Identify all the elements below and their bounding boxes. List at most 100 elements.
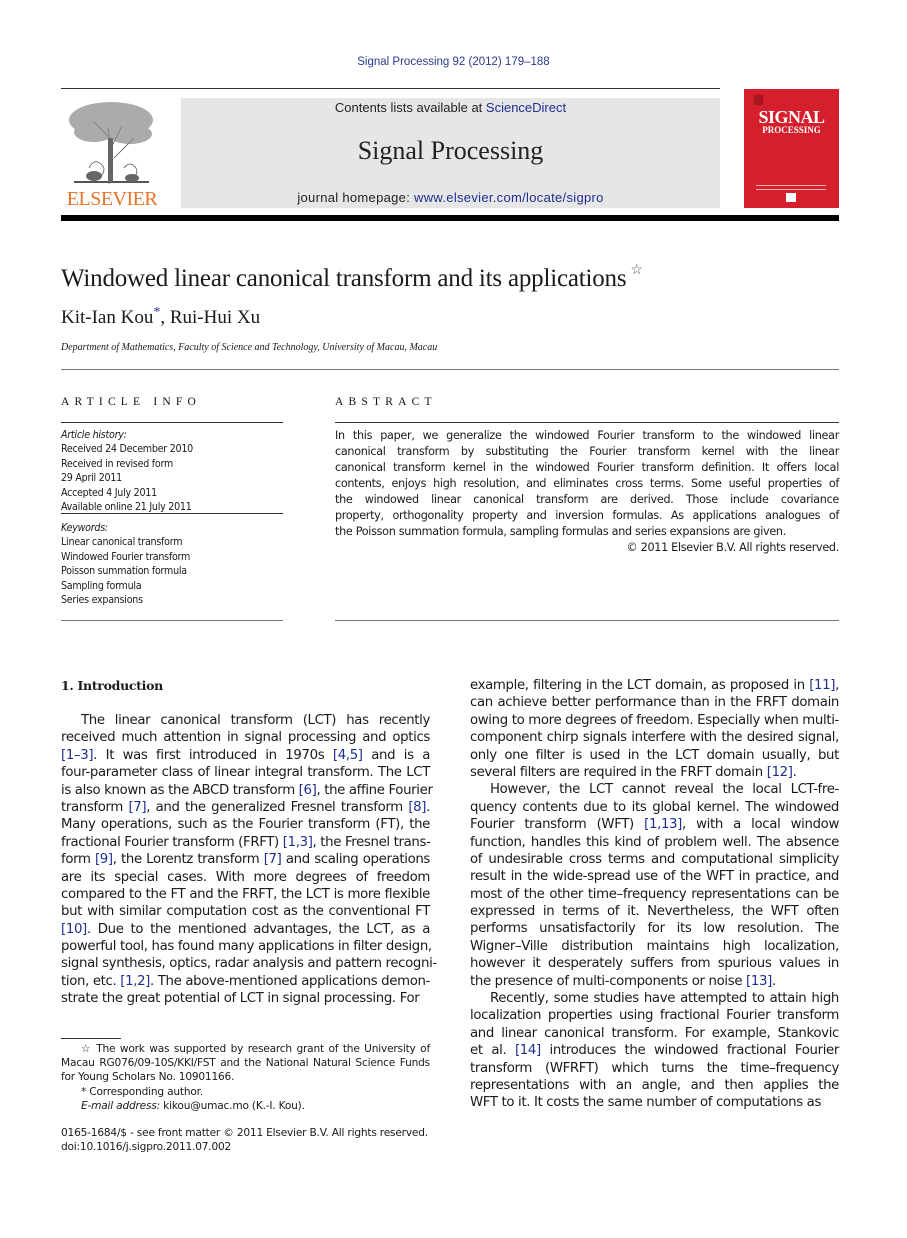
body-text-line: but with similar computation cost as the…	[61, 903, 430, 920]
body-text-line: most of the other time–frequency represe…	[470, 886, 839, 903]
body-text: result in the wide-spread use of the WFT…	[470, 869, 839, 885]
body-text-line: [10]. Due to the mentioned advantages, t…	[61, 921, 430, 938]
abstract-line: canonical transform kernel in the window…	[335, 461, 839, 474]
abstract-line: the Poisson summation formula, sampling …	[335, 525, 786, 538]
citation-link[interactable]: [1,3]	[283, 835, 313, 850]
body-text: , with a local window	[682, 817, 839, 833]
body-text-line: localization properties using fractional…	[470, 1007, 839, 1024]
body-text-line: transform [7], and the generalized Fresn…	[61, 799, 430, 816]
body-text: . It was first introduced in 1970s	[93, 747, 333, 763]
elsevier-tree-icon	[69, 102, 153, 185]
email-label: E-mail address:	[81, 1099, 161, 1112]
cover-logo-icon	[786, 193, 796, 202]
body-text: strate the great potential of LCT in sig…	[61, 991, 420, 1007]
body-text-line: the presence of multi-components or nois…	[470, 973, 839, 990]
body-text: are its special cases. With more degrees…	[61, 869, 430, 885]
body-text: tion, etc.	[61, 973, 121, 989]
body-text-line: are its special cases. With more degrees…	[61, 869, 430, 886]
body-text: quency contents due to its global kernel…	[470, 799, 839, 815]
sciencedirect-link[interactable]: ScienceDirect	[486, 100, 566, 115]
body-text-line: however it desperately suffers from spur…	[470, 955, 839, 972]
journal-reference-link[interactable]: Signal Processing 92 (2012) 179–188	[0, 56, 907, 68]
body-text-line: signal synthesis, optics, radar analysis…	[61, 955, 437, 972]
body-column-right: example, filtering in the LCT domain, as…	[470, 677, 839, 1112]
body-text: is also known as the ABCD transform	[61, 782, 299, 798]
citation-link[interactable]: [4,5]	[333, 748, 363, 763]
title-footnote-star-icon[interactable]: ☆	[630, 263, 643, 278]
body-text-line: representations with an angle, and then …	[470, 1077, 839, 1094]
journal-name: Signal Processing	[357, 136, 544, 165]
body-text-line: However, the LCT cannot reveal the local…	[470, 781, 839, 798]
body-text: , and the generalized Fresnel transform	[146, 799, 409, 815]
journal-header-box: Contents lists available at ScienceDirec…	[181, 98, 720, 208]
citation-link[interactable]: [7]	[128, 800, 146, 815]
history-item: Accepted 4 July 2011	[61, 486, 157, 499]
body-text: form	[61, 852, 95, 868]
body-text: representations with an angle, and then …	[470, 1077, 839, 1093]
body-text-line: strate the great potential of LCT in sig…	[61, 990, 430, 1007]
body-text-line: The linear canonical transform (LCT) has…	[61, 712, 430, 729]
citation-link[interactable]: [14]	[515, 1043, 541, 1058]
doi-link[interactable]: doi:10.1016/j.sigpro.2011.07.002	[61, 1140, 430, 1154]
body-text-line: Many operations, such as the Fourier tra…	[61, 816, 430, 833]
abstract-heading: ABSTRACT	[335, 396, 437, 408]
abstract-line: property, orthogonality property and inv…	[335, 509, 839, 522]
keywords-label: Keywords:	[61, 522, 108, 534]
front-matter-line: 0165-1684/$ - see front matter © 2011 El…	[61, 1127, 428, 1139]
body-text-line: of undesirable cross terms and computati…	[470, 851, 839, 868]
citation-link[interactable]: [8]	[408, 800, 426, 815]
body-text: Fourier transform (WFT)	[470, 817, 645, 833]
citation-link[interactable]: [6]	[299, 783, 317, 798]
body-text-line: performs unsatisfactorily for its low re…	[470, 920, 839, 937]
corresponding-author-note: * Corresponding author.	[81, 1085, 203, 1098]
elsevier-logo[interactable]: ELSEVIER	[62, 96, 160, 211]
body-text: and linear canonical transform. For exam…	[470, 1025, 839, 1041]
article-info-rule	[61, 620, 283, 621]
contents-prefix: Contents lists available at	[334, 100, 486, 115]
author-kou: Kit-Ian Kou	[61, 307, 154, 328]
body-text-line: expressed in terms of it. Nevertheless, …	[470, 903, 839, 920]
citation-link[interactable]: [9]	[95, 852, 113, 867]
contents-line: Contents lists available at ScienceDirec…	[181, 100, 720, 115]
citation-link[interactable]: [1,2]	[120, 974, 150, 989]
footnotes: ☆ The work was supported by research gra…	[61, 1042, 430, 1113]
body-text: but with similar computation cost as the…	[61, 904, 430, 920]
body-text: et al.	[470, 1043, 515, 1059]
keyword: Windowed Fourier transform	[61, 550, 191, 563]
citation-link[interactable]: [12]	[767, 765, 793, 780]
homepage-prefix: journal homepage:	[297, 190, 415, 205]
citation-link[interactable]: [13]	[746, 974, 772, 989]
body-text-line: can achieve better performance than in t…	[470, 694, 839, 711]
body-text: four-parameter class of linear integral …	[61, 765, 430, 781]
journal-cover-image[interactable]: SIGNAL PROCESSING	[744, 89, 839, 208]
citation-link[interactable]: [10]	[61, 922, 87, 937]
body-text: only one filter is used in the LCT domai…	[470, 747, 839, 763]
body-text-line: tion, etc. [1,2]. The above-mentioned ap…	[61, 973, 430, 990]
body-text: transform	[61, 799, 129, 815]
body-text: of undesirable cross terms and computati…	[470, 851, 839, 867]
citation-link[interactable]: [7]	[264, 852, 282, 867]
funding-footnote-line: Macau RG076/09-10S/KKI/FST and the Natio…	[61, 1057, 430, 1070]
citation-link[interactable]: [1,13]	[644, 817, 682, 832]
body-text-line: transform (WFRFT) which turns the time–f…	[470, 1060, 839, 1077]
body-text-line: component chirp signals interfere with t…	[470, 729, 839, 746]
article-title-text: Windowed linear canonical transform and …	[61, 265, 627, 292]
body-text-line: Recently, some studies have attempted to…	[470, 990, 839, 1007]
elsevier-wordmark: ELSEVIER	[66, 188, 158, 210]
citation-link[interactable]: [1–3]	[61, 748, 94, 763]
corresponding-author-mark[interactable]: *	[153, 305, 160, 320]
body-text-line: is also known as the ABCD transform [6],…	[61, 782, 433, 799]
front-matter: 0165-1684/$ - see front matter © 2011 El…	[61, 1126, 430, 1154]
keywords: Keywords: Linear canonical transform Win…	[61, 521, 190, 607]
body-text: introduces the windowed fractional Fouri…	[540, 1043, 840, 1059]
body-text: however it desperately suffers from spur…	[470, 956, 839, 972]
citation-link[interactable]: [11]	[809, 678, 835, 693]
journal-homepage-link[interactable]: www.elsevier.com/locate/sigpro	[414, 190, 604, 205]
body-text: localization properties using fractional…	[470, 1008, 839, 1024]
body-text: . Due to the mentioned advantages, the L…	[86, 921, 430, 937]
article-title: Windowed linear canonical transform and …	[61, 263, 643, 293]
keyword: Poisson summation formula	[61, 565, 187, 578]
body-text-line: compared to the FT and the FRFT, the LCT…	[61, 886, 430, 903]
article-info-rule	[61, 513, 283, 514]
email-value[interactable]: kikou@umac.mo (K.-I. Kou).	[160, 1100, 305, 1112]
